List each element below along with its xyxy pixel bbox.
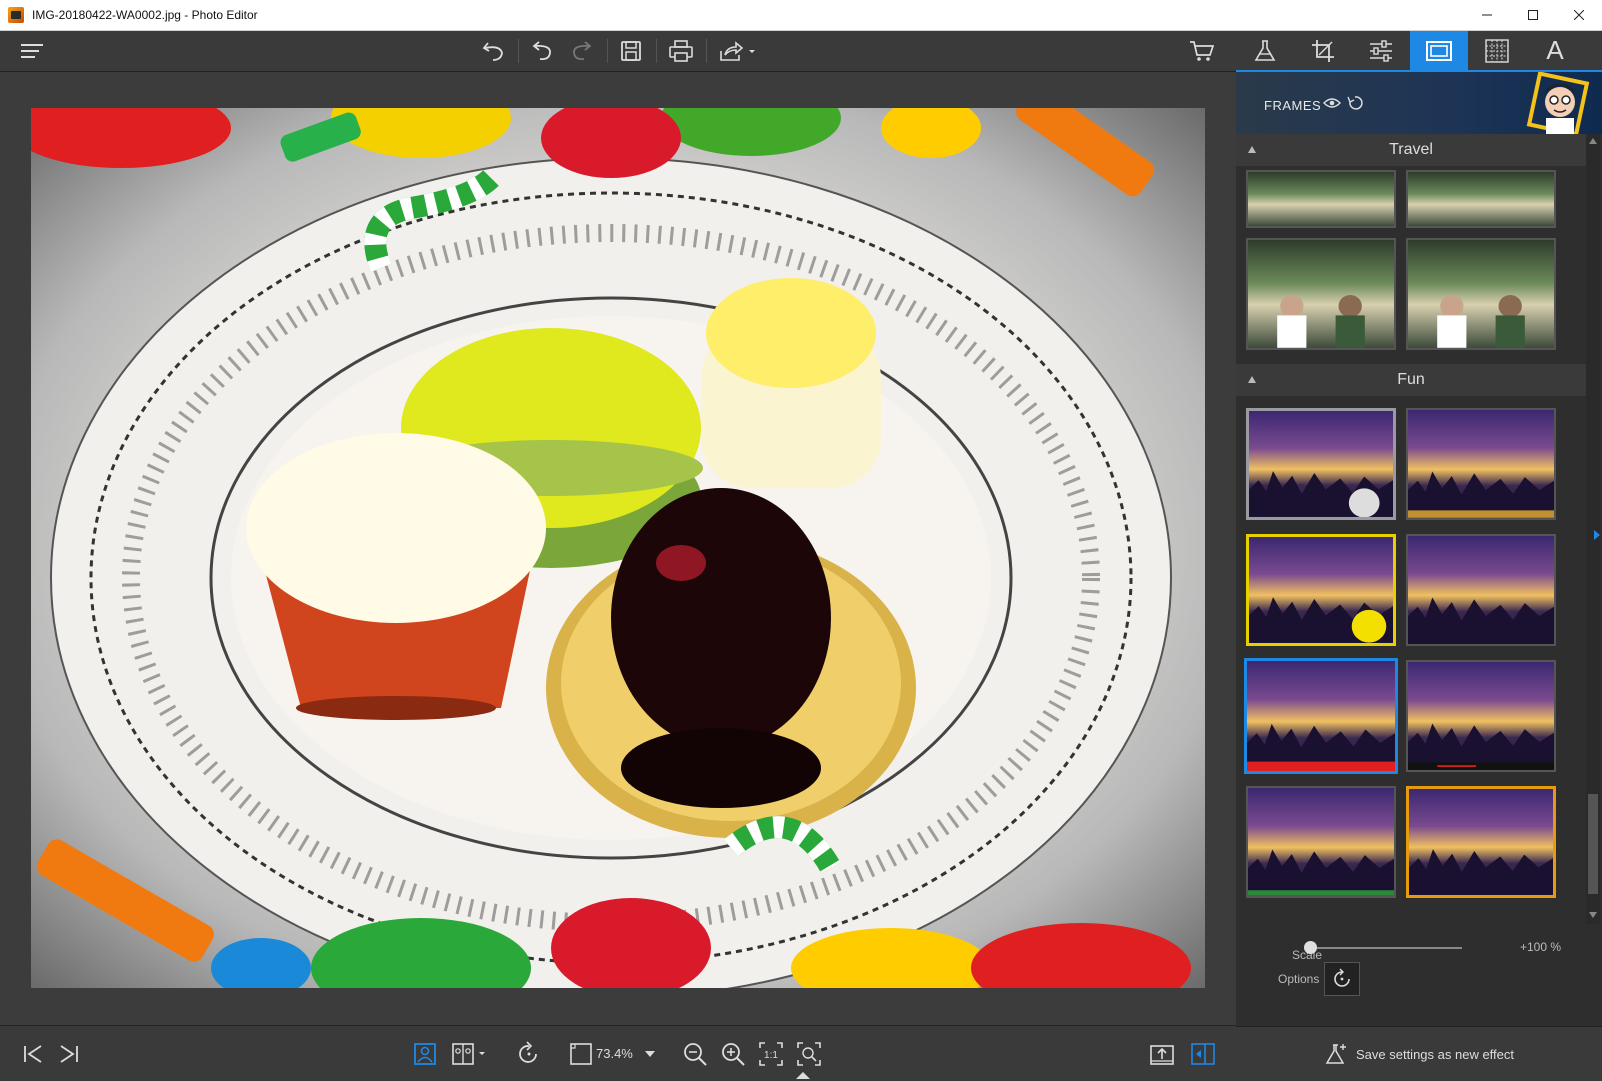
- previous-image-icon[interactable]: [18, 1039, 48, 1069]
- scroll-up-arrow-icon[interactable]: [1589, 138, 1597, 144]
- app-icon: [8, 7, 24, 23]
- adjust-tab[interactable]: [1352, 31, 1410, 70]
- menu-icon[interactable]: [16, 37, 48, 65]
- texture-tab[interactable]: [1468, 31, 1526, 70]
- collapse-arrow-icon[interactable]: [1248, 376, 1256, 383]
- frame-thumbnail[interactable]: [1246, 408, 1396, 520]
- share-icon[interactable]: [716, 37, 760, 65]
- frame-thumbnail[interactable]: [1246, 534, 1396, 646]
- window-title: IMG-20180422-WA0002.jpg - Photo Editor: [32, 8, 258, 22]
- flask-plus-icon: [1325, 1044, 1346, 1064]
- frame-thumbnail[interactable]: [1406, 238, 1556, 350]
- cart-icon[interactable]: [1186, 37, 1218, 65]
- rotate-icon[interactable]: [514, 1039, 544, 1069]
- frame-thumbnail[interactable]: [1246, 238, 1396, 350]
- title-bar: IMG-20180422-WA0002.jpg - Photo Editor: [0, 0, 1602, 31]
- options-rotate-button[interactable]: [1324, 962, 1360, 996]
- toggle-panel-icon[interactable]: [1188, 1039, 1218, 1069]
- zoom-dropdown-icon[interactable]: [640, 1039, 660, 1069]
- frame-thumbnail[interactable]: [1406, 534, 1556, 646]
- save-icon[interactable]: [615, 37, 647, 65]
- rotate-option-icon: [1334, 968, 1350, 987]
- frames-tab[interactable]: [1410, 31, 1468, 70]
- frames-panel: FRAMES Travel Fun Scale +100 % Options S…: [1236, 71, 1602, 1081]
- scale-value: +100 %: [1520, 940, 1562, 954]
- crop-tab[interactable]: [1294, 31, 1352, 70]
- next-image-icon[interactable]: [54, 1039, 84, 1069]
- compare-view-icon[interactable]: [450, 1039, 490, 1069]
- effects-tab[interactable]: [1236, 31, 1294, 70]
- panel-tabs: A: [1236, 31, 1602, 72]
- frame-thumbnail[interactable]: [1406, 786, 1556, 898]
- scale-slider-track[interactable]: [1304, 947, 1462, 949]
- redo-icon[interactable]: [565, 37, 597, 65]
- minimize-icon[interactable]: [1464, 0, 1510, 31]
- edited-photo[interactable]: [31, 108, 1205, 988]
- zoom-in-icon[interactable]: [718, 1039, 748, 1069]
- panel-collapse-handle-icon[interactable]: [1594, 530, 1600, 540]
- actual-size-label: 1:1: [764, 1050, 778, 1061]
- frame-thumbnail[interactable]: [1246, 786, 1396, 898]
- save-as-effect-label: Save settings as new effect: [1355, 1046, 1515, 1062]
- frame-thumbnail[interactable]: [1406, 660, 1556, 772]
- collapse-arrow-icon[interactable]: [1248, 146, 1256, 153]
- close-icon[interactable]: [1556, 0, 1602, 31]
- section-travel[interactable]: Travel: [1236, 134, 1586, 166]
- zoom-out-icon[interactable]: [680, 1039, 710, 1069]
- reset-icon[interactable]: [1346, 94, 1364, 117]
- canvas-area[interactable]: [0, 72, 1236, 1025]
- print-icon[interactable]: [665, 37, 697, 65]
- frames-header: FRAMES: [1236, 71, 1602, 137]
- status-bar: 73.4% 1:1: [0, 1025, 1236, 1081]
- zoom-frame-icon[interactable]: [566, 1039, 596, 1069]
- undo-icon[interactable]: [527, 37, 559, 65]
- mascot-avatar: [1526, 71, 1596, 137]
- section-title: Travel: [1389, 141, 1433, 158]
- frame-thumbnail-selected[interactable]: [1244, 658, 1398, 774]
- scale-slider-knob[interactable]: [1304, 941, 1317, 954]
- section-title: Fun: [1397, 371, 1425, 388]
- text-tab[interactable]: A: [1526, 31, 1584, 70]
- main-toolbar: [0, 31, 1236, 72]
- expand-filmstrip-icon[interactable]: [796, 1072, 810, 1079]
- preview-eye-icon[interactable]: [1323, 96, 1341, 115]
- scroll-down-arrow-icon[interactable]: [1589, 912, 1597, 918]
- panel-scrollbar[interactable]: [1586, 134, 1600, 924]
- save-as-effect-button[interactable]: Save settings as new effect: [1236, 1026, 1602, 1081]
- frame-thumbnail[interactable]: [1406, 170, 1556, 228]
- scroll-thumb[interactable]: [1588, 794, 1598, 894]
- undo-all-icon[interactable]: [478, 37, 510, 65]
- frame-thumbnail[interactable]: [1246, 170, 1396, 228]
- frames-title: FRAMES: [1264, 98, 1322, 113]
- single-view-icon[interactable]: [410, 1039, 440, 1069]
- options-label: Options: [1278, 972, 1320, 986]
- zoom-level[interactable]: 73.4%: [596, 1046, 633, 1061]
- frame-thumbnail[interactable]: [1406, 408, 1556, 520]
- fit-to-window-icon[interactable]: [794, 1039, 824, 1069]
- section-fun[interactable]: Fun: [1236, 364, 1586, 396]
- actual-size-icon[interactable]: 1:1: [756, 1039, 786, 1069]
- maximize-icon[interactable]: [1510, 0, 1556, 31]
- export-icon[interactable]: [1147, 1039, 1177, 1069]
- text-tab-label: A: [1546, 35, 1564, 65]
